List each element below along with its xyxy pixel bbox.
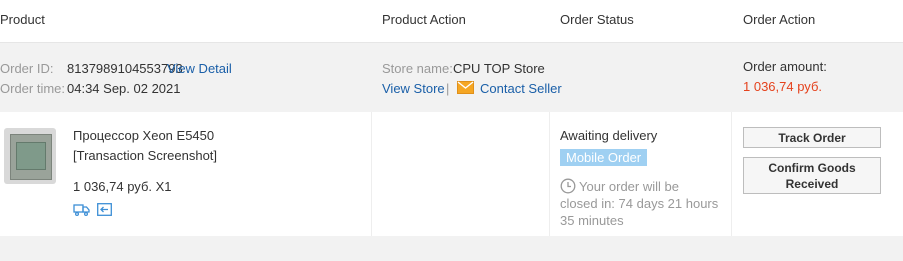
order-summary: Order ID: 8137989104553793 View Detail O… [0, 43, 903, 112]
product-title-line1[interactable]: Процессор Xeon E5450 [73, 128, 214, 143]
auto-close-line3: 35 minutes [560, 213, 624, 228]
product-thumbnail[interactable] [4, 128, 56, 184]
clock-icon [560, 178, 576, 197]
header-product-action: Product Action [382, 12, 466, 27]
auto-close-line2: closed in: 74 days 21 hours [560, 196, 719, 211]
header-order-action: Order Action [743, 12, 816, 27]
store-name-label: Store name: [382, 61, 453, 76]
order-amount-label: Order amount: [743, 59, 827, 74]
order-status-text: Awaiting delivery [560, 128, 658, 143]
store-name-value: CPU TOP Store [453, 61, 545, 76]
confirm-label-line1: Confirm Goods [768, 160, 856, 175]
mobile-order-badge: Mobile Order [560, 149, 648, 166]
contact-seller-link[interactable]: Contact Seller [480, 81, 562, 96]
column-divider [731, 112, 732, 236]
confirm-goods-received-button[interactable]: Confirm Goods Received [743, 157, 881, 194]
order-card: Product Product Action Order Status Orde… [0, 0, 903, 261]
order-time-value: 04:34 Sep. 02 2021 [67, 81, 181, 96]
product-price-qty: 1 036,74 руб. X1 [73, 179, 172, 194]
view-store-link[interactable]: View Store [382, 81, 445, 96]
order-id-value: 8137989104553793 [67, 61, 183, 76]
order-id-label: Order ID: [0, 61, 54, 76]
auto-close-line1: Your order will be [579, 179, 679, 194]
confirm-label-line2: Received [785, 176, 839, 191]
table-header: Product Product Action Order Status Orde… [0, 0, 903, 43]
order-time-label: Order time: [0, 81, 66, 96]
product-title-line2: [Transaction Screenshot] [73, 148, 218, 163]
link-separator: | [446, 81, 450, 96]
order-amount-value: 1 036,74 руб. [743, 79, 823, 94]
return-icon[interactable] [97, 203, 112, 219]
cpu-die-image [16, 142, 46, 170]
column-divider [549, 112, 550, 236]
column-divider [371, 112, 372, 236]
mail-icon[interactable] [457, 81, 474, 97]
order-item-row: Процессор Xeon E5450 [Transaction Screen… [0, 112, 903, 237]
header-order-status: Order Status [560, 12, 634, 27]
track-order-button[interactable]: Track Order [743, 127, 881, 148]
shipping-truck-icon[interactable] [73, 203, 90, 219]
header-product: Product [0, 12, 45, 27]
list-footer [0, 236, 903, 261]
view-detail-link[interactable]: View Detail [167, 61, 232, 76]
